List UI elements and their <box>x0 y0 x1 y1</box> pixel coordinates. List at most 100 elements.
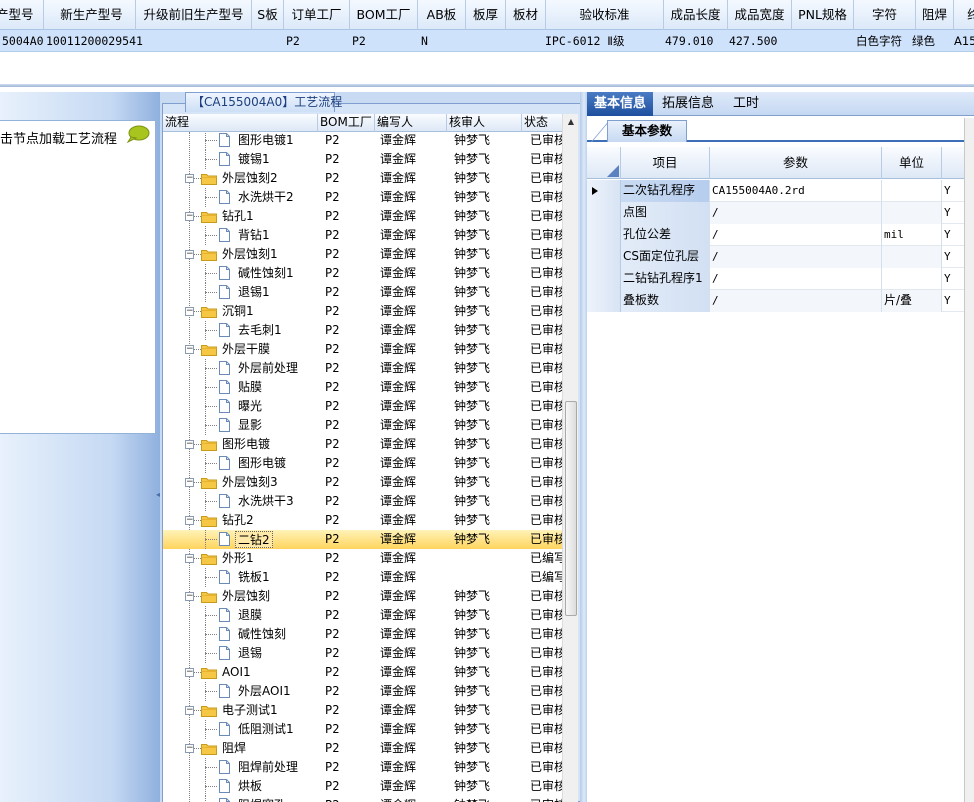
param-value-cell[interactable]: CA155004A0.2rd <box>710 180 882 202</box>
param-row[interactable]: 二次钻孔程序 CA155004A0.2rd Y <box>587 180 967 202</box>
tab-basic-params[interactable]: 基本参数 <box>607 120 687 142</box>
process-group-row[interactable]: − 外层蚀刻3 P2 谭金辉 钟梦飞 已审核 <box>163 473 563 492</box>
collapse-toggle-icon[interactable]: − <box>185 516 194 525</box>
process-step-row[interactable]: 低阻测试1 P2 谭金辉 钟梦飞 已审核 <box>163 720 563 739</box>
order-column-header[interactable]: AB板 <box>418 0 466 30</box>
process-step-row[interactable]: 图形电镀 P2 谭金辉 钟梦飞 已审核 <box>163 454 563 473</box>
collapse-toggle-icon[interactable]: − <box>185 478 194 487</box>
order-column-header[interactable]: 阻焊 <box>916 0 954 30</box>
param-row-header[interactable] <box>587 202 621 224</box>
detail-tab[interactable]: 工时 <box>723 92 769 116</box>
param-value-cell[interactable]: / <box>710 268 882 290</box>
process-group-row[interactable]: − 图形电镀 P2 谭金辉 钟梦飞 已审核 <box>163 435 563 454</box>
collapse-toggle-icon[interactable]: − <box>185 706 194 715</box>
process-step-row[interactable]: 退锡1 P2 谭金辉 钟梦飞 已审核 <box>163 283 563 302</box>
process-step-row[interactable]: 贴膜 P2 谭金辉 钟梦飞 已审核 <box>163 378 563 397</box>
process-tab[interactable]: 【CA155004A0】工艺流程 <box>185 92 342 112</box>
process-step-row[interactable]: 阻焊前处理 P2 谭金辉 钟梦飞 已审核 <box>163 758 563 777</box>
process-group-row[interactable]: − 电子测试1 P2 谭金辉 钟梦飞 已审核 <box>163 701 563 720</box>
scroll-up-arrow-icon[interactable]: ▲ <box>563 114 579 130</box>
order-column-header[interactable]: 升级前旧生产型号 <box>136 0 252 30</box>
process-step-row[interactable]: 外层AOI1 P2 谭金辉 钟梦飞 已审核 <box>163 682 563 701</box>
order-column-header[interactable]: 新生产型号 <box>48 0 136 30</box>
param-row[interactable]: 点图 / Y <box>587 202 967 224</box>
collapse-toggle-icon[interactable]: − <box>185 440 194 449</box>
order-column-header[interactable]: 产型号 <box>0 0 44 30</box>
process-group-row[interactable]: − 钻孔2 P2 谭金辉 钟梦飞 已审核 <box>163 511 563 530</box>
process-group-row[interactable]: − AOI1 P2 谭金辉 钟梦飞 已审核 <box>163 663 563 682</box>
left-node-box[interactable]: 击节点加载工艺流程 <box>0 120 156 434</box>
process-group-row[interactable]: − 钻孔1 P2 谭金辉 钟梦飞 已审核 <box>163 207 563 226</box>
top-splitter[interactable] <box>0 84 974 87</box>
process-step-row[interactable]: 碱性蚀刻 P2 谭金辉 钟梦飞 已审核 <box>163 625 563 644</box>
process-step-row[interactable]: 碱性蚀刻1 P2 谭金辉 钟梦飞 已审核 <box>163 264 563 283</box>
process-step-row[interactable]: 退锡 P2 谭金辉 钟梦飞 已审核 <box>163 644 563 663</box>
process-step-row[interactable]: 去毛刺1 P2 谭金辉 钟梦飞 已审核 <box>163 321 563 340</box>
process-step-row[interactable]: 曝光 P2 谭金辉 钟梦飞 已审核 <box>163 397 563 416</box>
param-column-header[interactable]: 参数 <box>710 147 882 179</box>
param-row-header[interactable] <box>587 180 621 202</box>
process-group-row[interactable]: − 外层蚀刻2 P2 谭金辉 钟梦飞 已审核 <box>163 169 563 188</box>
process-group-row[interactable]: − 外层蚀刻1 P2 谭金辉 钟梦飞 已审核 <box>163 245 563 264</box>
process-step-row[interactable]: 水洗烘干3 P2 谭金辉 钟梦飞 已审核 <box>163 492 563 511</box>
collapse-toggle-icon[interactable]: − <box>185 250 194 259</box>
process-step-row[interactable]: 水洗烘干2 P2 谭金辉 钟梦飞 已审核 <box>163 188 563 207</box>
param-value-cell[interactable]: / <box>710 224 882 246</box>
order-column-header[interactable]: 订单工厂 <box>284 0 350 30</box>
collapse-toggle-icon[interactable]: − <box>185 307 194 316</box>
process-step-row[interactable]: 图形电镀1 P2 谭金辉 钟梦飞 已审核 <box>163 132 563 150</box>
param-value-cell[interactable]: / <box>710 290 882 312</box>
order-column-header[interactable]: 验收标准 <box>546 0 664 30</box>
process-column-header[interactable]: 流程 <box>163 114 318 132</box>
collapse-toggle-icon[interactable]: − <box>185 592 194 601</box>
process-group-row[interactable]: − 沉铜1 P2 谭金辉 钟梦飞 已审核 <box>163 302 563 321</box>
collapse-toggle-icon[interactable]: − <box>185 554 194 563</box>
process-tree-scrollbar[interactable]: ▲ <box>562 114 578 802</box>
collapse-toggle-icon[interactable]: − <box>185 345 194 354</box>
process-step-row[interactable]: 背钻1 P2 谭金辉 钟梦飞 已审核 <box>163 226 563 245</box>
process-group-row[interactable]: − 阻焊 P2 谭金辉 钟梦飞 已审核 <box>163 739 563 758</box>
order-column-header[interactable]: S板 <box>252 0 284 30</box>
order-column-header[interactable]: 板厚 <box>466 0 506 30</box>
collapse-toggle-icon[interactable]: − <box>185 212 194 221</box>
param-row-header[interactable] <box>587 224 621 246</box>
detail-scrollbar[interactable] <box>964 118 974 802</box>
process-step-row[interactable]: 二钻2 P2 谭金辉 钟梦飞 已审核 <box>163 530 563 549</box>
param-column-header[interactable]: 单位 <box>882 147 942 179</box>
order-column-header[interactable]: 成品宽度 <box>728 0 792 30</box>
process-column-header[interactable]: 编写人 <box>375 114 447 132</box>
collapse-toggle-icon[interactable]: − <box>185 668 194 677</box>
scroll-thumb[interactable] <box>565 401 577 616</box>
param-value-cell[interactable]: / <box>710 246 882 268</box>
order-column-header[interactable]: 成品长度 <box>664 0 728 30</box>
process-step-row[interactable]: 退膜 P2 谭金辉 钟梦飞 已审核 <box>163 606 563 625</box>
param-row[interactable]: 孔位公差 / mil Y <box>587 224 967 246</box>
order-column-header[interactable]: 终 <box>954 0 974 30</box>
process-step-row[interactable]: 外层前处理 P2 谭金辉 钟梦飞 已审核 <box>163 359 563 378</box>
detail-tab[interactable]: 拓展信息 <box>655 92 721 116</box>
process-step-row[interactable]: 阻焊塞孔 P2 谭金辉 钟梦飞 已审核 <box>163 796 563 802</box>
detail-tab[interactable]: 基本信息 <box>587 92 653 116</box>
param-row-header[interactable] <box>587 246 621 268</box>
param-value-cell[interactable]: / <box>710 202 882 224</box>
param-column-header[interactable]: 项目 <box>621 147 710 179</box>
process-group-row[interactable]: − 外层蚀刻 P2 谭金辉 钟梦飞 已审核 <box>163 587 563 606</box>
param-row[interactable]: 叠板数 / 片/叠 Y <box>587 290 967 312</box>
process-column-header[interactable]: 核审人 <box>447 114 522 132</box>
param-row-header[interactable] <box>587 268 621 290</box>
order-column-header[interactable]: PNL规格 <box>792 0 854 30</box>
order-column-header[interactable]: BOM工厂 <box>350 0 418 30</box>
order-column-header[interactable]: 板材 <box>506 0 546 30</box>
process-group-row[interactable]: − 外层干膜 P2 谭金辉 钟梦飞 已审核 <box>163 340 563 359</box>
process-column-header[interactable]: 状态 <box>522 114 563 132</box>
process-group-row[interactable]: − 外形1 P2 谭金辉 已编写 <box>163 549 563 568</box>
param-row-header[interactable] <box>587 290 621 312</box>
process-step-row[interactable]: 镀锡1 P2 谭金辉 钟梦飞 已审核 <box>163 150 563 169</box>
process-step-row[interactable]: 铣板1 P2 谭金辉 已编写 <box>163 568 563 587</box>
order-column-header[interactable]: 字符 <box>854 0 916 30</box>
param-row[interactable]: 二钻钻孔程序1/Y <box>587 268 967 290</box>
collapse-toggle-icon[interactable]: − <box>185 744 194 753</box>
collapse-toggle-icon[interactable]: − <box>185 174 194 183</box>
process-column-header[interactable]: BOM工厂 <box>318 114 375 132</box>
process-step-row[interactable]: 烘板 P2 谭金辉 钟梦飞 已审核 <box>163 777 563 796</box>
